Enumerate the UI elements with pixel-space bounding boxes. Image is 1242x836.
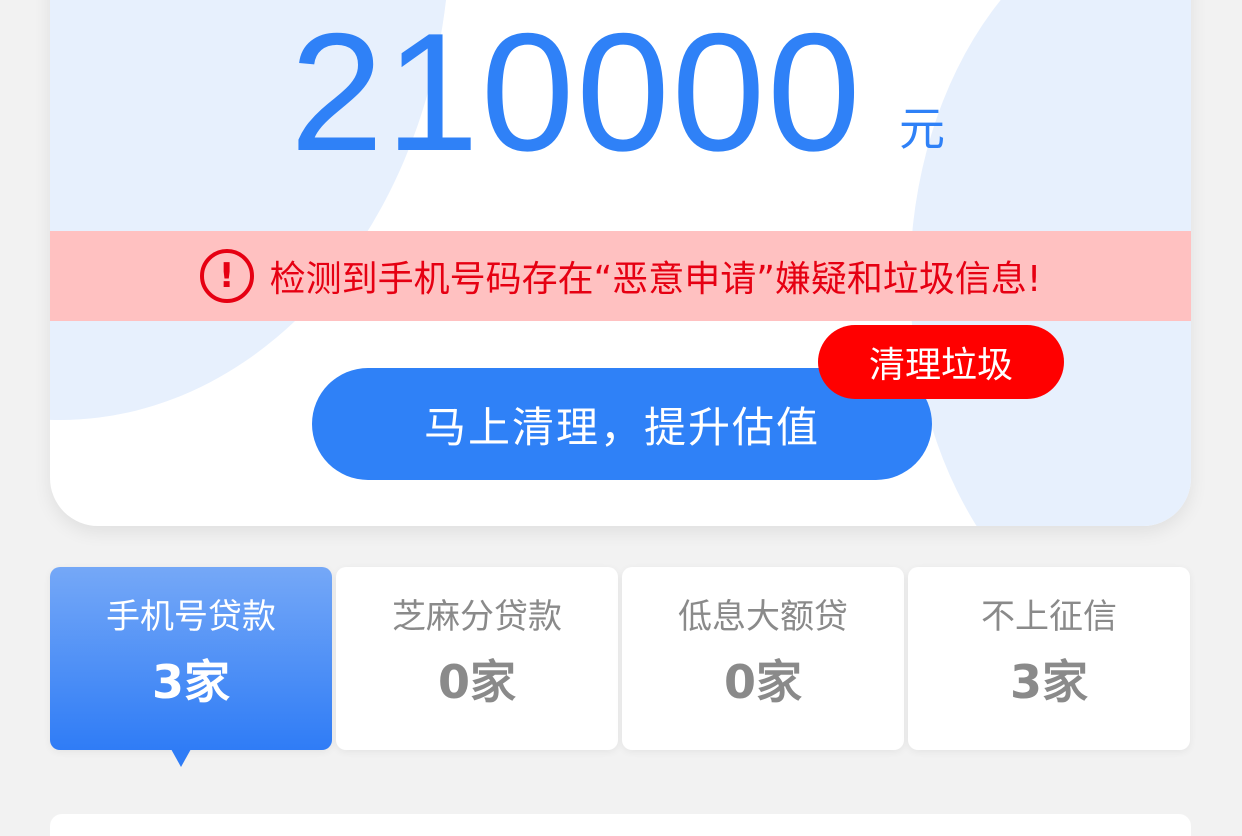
clean-now-label: 马上清理，提升估值 bbox=[423, 402, 820, 452]
clean-junk-tag[interactable]: 清理垃圾 bbox=[818, 325, 1064, 399]
estimate-card: 210000 元 ! 检测到手机号码存在“恶意申请”嫌疑和垃圾信息! 马上清理，… bbox=[50, 0, 1191, 526]
exclamation-circle-icon: ! bbox=[199, 249, 254, 303]
active-tab-pointer bbox=[171, 749, 191, 767]
tab-phone-loan[interactable]: 手机号贷款 3家 bbox=[50, 567, 332, 750]
tab-count: 0家 bbox=[723, 655, 802, 709]
page: 210000 元 ! 检测到手机号码存在“恶意申请”嫌疑和垃圾信息! 马上清理，… bbox=[0, 0, 1242, 836]
tab-label: 不上征信 bbox=[981, 597, 1117, 637]
estimate-unit: 元 bbox=[899, 102, 945, 156]
tab-label: 低息大额贷 bbox=[678, 597, 848, 637]
warning-text: 检测到手机号码存在“恶意申请”嫌疑和垃圾信息! bbox=[269, 259, 1042, 300]
tab-sesame-loan[interactable]: 芝麻分贷款 0家 bbox=[336, 567, 618, 750]
tab-low-interest-loan[interactable]: 低息大额贷 0家 bbox=[622, 567, 904, 750]
tab-count: 3家 bbox=[1009, 655, 1088, 709]
estimate-amount: 210000 bbox=[290, 0, 863, 186]
warning-banner: ! 检测到手机号码存在“恶意申请”嫌疑和垃圾信息! bbox=[50, 231, 1191, 321]
tab-count: 3家 bbox=[151, 655, 230, 709]
tab-count: 0家 bbox=[437, 655, 516, 709]
tab-label: 手机号贷款 bbox=[106, 597, 276, 637]
content-card bbox=[50, 814, 1191, 836]
clean-junk-label: 清理垃圾 bbox=[868, 345, 1013, 386]
tab-no-credit-check[interactable]: 不上征信 3家 bbox=[908, 567, 1190, 750]
tab-label: 芝麻分贷款 bbox=[392, 597, 562, 637]
loan-category-tabs: 手机号贷款 3家 芝麻分贷款 0家 低息大额贷 0家 不上征信 3家 bbox=[50, 567, 1191, 767]
